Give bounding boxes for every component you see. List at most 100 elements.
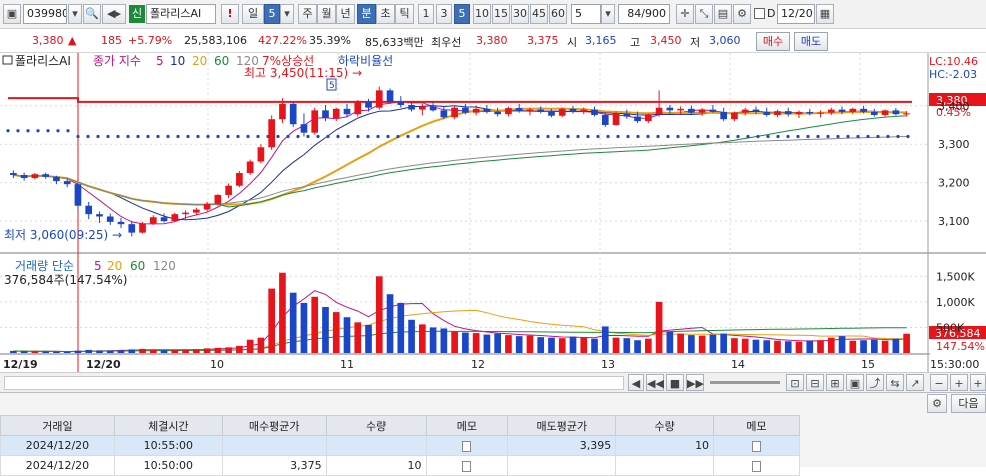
- calendar-icon[interactable]: ▦: [816, 4, 834, 24]
- down-ratio-dot: [316, 134, 320, 139]
- date-checkbox[interactable]: [754, 8, 765, 19]
- period-number[interactable]: 5: [264, 4, 280, 24]
- down-ratio-dot: [826, 134, 830, 139]
- chart-area[interactable]: 5 폴라리스AI 종가 지수 5 10 20 60 120 7%상승선 하락비율…: [0, 53, 986, 372]
- horizontal-scrollbar[interactable]: [4, 376, 624, 390]
- down-ratio-dot: [506, 134, 510, 139]
- candle-body: [440, 110, 448, 118]
- candle-body: [20, 174, 28, 179]
- candle-body: [515, 108, 523, 112]
- candle-body: [720, 111, 728, 120]
- interval-30[interactable]: 30: [511, 4, 529, 24]
- interval-45[interactable]: 45: [530, 4, 548, 24]
- period-dropdown-icon[interactable]: ▾: [280, 4, 294, 24]
- volume-bar: [838, 336, 846, 353]
- draw-tool-icon[interactable]: ⤡: [695, 4, 713, 24]
- buy-button[interactable]: 매수: [756, 32, 790, 51]
- table-row[interactable]: 2024/12/20 10:50:00 3,375 10: [0, 455, 800, 476]
- zoom-prev-icon[interactable]: ⊞: [826, 374, 844, 391]
- gear-icon[interactable]: ⚙: [927, 394, 947, 413]
- down-ratio-dot: [886, 134, 890, 139]
- dropdown-arrow-icon[interactable]: ▾: [68, 4, 82, 24]
- period-select[interactable]: 일: [242, 4, 264, 24]
- crosshair-icon[interactable]: ✛: [676, 4, 694, 24]
- memo-icon[interactable]: [713, 435, 800, 456]
- link-icon[interactable]: ⇆: [886, 374, 904, 391]
- next-button[interactable]: 다음: [951, 394, 986, 413]
- volume-bar: [688, 335, 695, 353]
- best-ask-label: 최우선: [431, 36, 462, 49]
- tab-tick[interactable]: 틱: [395, 4, 414, 24]
- down-ratio-dot: [146, 134, 150, 139]
- volume-bar: [343, 317, 351, 353]
- memo-icon[interactable]: [713, 455, 800, 476]
- stop-button[interactable]: ■: [666, 374, 684, 391]
- price-axis-label: 3,300: [938, 138, 970, 151]
- high-annotation: 최고 3,450(11:15) →: [244, 66, 362, 80]
- low-price: 3,060: [709, 34, 741, 47]
- tab-week[interactable]: 주: [298, 4, 317, 24]
- down-ratio-dot: [156, 134, 160, 139]
- volume-bar: [214, 347, 222, 353]
- unit-dropdown-icon[interactable]: ▾: [601, 4, 615, 24]
- zoom-in-icon[interactable]: +: [950, 374, 968, 391]
- down-ratio-dot: [736, 134, 740, 139]
- interval-15[interactable]: 15: [492, 4, 510, 24]
- down-ratio-dot: [326, 134, 330, 139]
- candle-body: [580, 109, 588, 112]
- volume-bar: [623, 338, 631, 353]
- down-ratio-dot: [756, 134, 760, 139]
- candle-body: [149, 217, 157, 224]
- volume-bar: [311, 296, 319, 353]
- volume-bar: [827, 337, 835, 353]
- down-ratio-dot: [26, 129, 30, 133]
- candle-body: [860, 108, 867, 112]
- interval-3[interactable]: 3: [436, 4, 452, 24]
- zoom-fit-icon[interactable]: ⊡: [786, 374, 804, 391]
- save-icon[interactable]: ▤: [714, 4, 732, 24]
- tab-month[interactable]: 월: [317, 4, 336, 24]
- tab-second[interactable]: 초: [376, 4, 395, 24]
- memo-icon[interactable]: [425, 435, 509, 456]
- speaker-icon[interactable]: ◀▸: [102, 4, 126, 24]
- col-sell-memo: 메모: [713, 415, 800, 436]
- arrow-icon[interactable]: ↗: [906, 374, 924, 391]
- expand-icon[interactable]: +: [970, 374, 986, 391]
- table-row[interactable]: 2024/12/20 10:55:00 3,395 10: [0, 435, 800, 456]
- zoom-reset-icon[interactable]: ▣: [846, 374, 864, 391]
- interval-10[interactable]: 10: [473, 4, 491, 24]
- down-ratio-dot: [96, 134, 100, 139]
- hc-label: HC:-2.03: [929, 68, 977, 81]
- alert-button[interactable]: !: [221, 4, 239, 24]
- rewind-button[interactable]: ◀◀: [646, 374, 664, 391]
- volume-value: 25,583,106: [184, 34, 247, 47]
- time-axis-label: 14: [731, 358, 745, 371]
- volume-bar: [96, 350, 103, 353]
- stock-code-input[interactable]: 039980: [23, 4, 67, 24]
- zoom-out-icon[interactable]: −: [930, 374, 948, 391]
- trend-icon[interactable]: ⤴: [866, 374, 884, 391]
- interval-5[interactable]: 5: [454, 4, 470, 24]
- zoom-slider[interactable]: [710, 381, 780, 384]
- date-input[interactable]: 12/20: [777, 4, 815, 24]
- candle-body: [462, 107, 469, 113]
- interval-60[interactable]: 60: [549, 4, 567, 24]
- window-icon[interactable]: ▣: [3, 4, 21, 24]
- volume-bar: [354, 322, 362, 353]
- memo-icon[interactable]: [425, 455, 509, 476]
- candle-body: [375, 90, 383, 108]
- interval-1[interactable]: 1: [418, 4, 434, 24]
- tab-year[interactable]: 년: [336, 4, 355, 24]
- forward-button[interactable]: ▶▶: [686, 374, 704, 391]
- zoom-window-icon[interactable]: ⊟: [806, 374, 824, 391]
- count-field[interactable]: 84/900: [618, 4, 670, 24]
- scroll-left-icon[interactable]: ◀: [628, 374, 644, 391]
- candle-body: [472, 108, 480, 113]
- tab-minute[interactable]: 분: [357, 4, 376, 24]
- down-ratio-dot: [626, 134, 630, 139]
- search-icon[interactable]: 🔍: [83, 4, 101, 24]
- sell-button[interactable]: 매도: [794, 32, 828, 51]
- gear-icon[interactable]: ⚙: [733, 4, 751, 24]
- unit-input[interactable]: 5: [571, 4, 601, 24]
- candle-body: [300, 124, 308, 133]
